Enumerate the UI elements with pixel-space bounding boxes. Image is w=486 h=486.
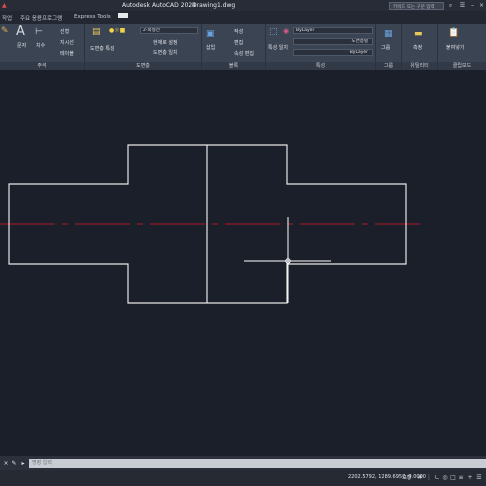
app-title: Autodesk AutoCAD 2024 <box>122 2 196 9</box>
annotation-group-label[interactable]: 주석 <box>0 62 84 70</box>
clipboard-group: 📋 붙여넣기 클립보드 <box>438 24 486 70</box>
search-icon[interactable]: ⌕ <box>446 1 455 10</box>
close-icon[interactable]: × <box>477 1 486 10</box>
title-bar: ▲ Autodesk AutoCAD 2024 Drawing1.dwg 키워드… <box>0 0 486 11</box>
insert-icon[interactable]: ▣ <box>206 30 215 39</box>
match-properties-label[interactable]: 특성 일치 <box>268 44 288 51</box>
dimension-tool-label[interactable]: 치수 <box>36 42 45 49</box>
polar-icon[interactable]: ◎ <box>441 473 449 482</box>
user-icon[interactable]: ☰ <box>458 1 467 10</box>
groups-group-label[interactable]: 그룹 <box>376 62 401 70</box>
layer-properties-label[interactable]: 도면층 특성 <box>90 45 115 52</box>
customize-icon[interactable]: ☰ <box>475 473 483 482</box>
properties-group: ⬚ 특성 일치 ◉ ByLayer 도면층별 ByLayer 특성 <box>266 24 376 70</box>
drawing-area[interactable] <box>0 70 486 456</box>
layer-group: ▤ 도면층 특성 ●☼■ 2-외형선 현재로 설정 도면층 일치 도면층 <box>85 24 202 70</box>
utilities-group-label[interactable]: 유틸리티 <box>402 62 437 70</box>
block-group: ▣ 삽입 작성 편집 속성 편집 블록 <box>202 24 266 70</box>
minimize-icon[interactable]: – <box>468 1 477 10</box>
tab-apps[interactable]: 주요 응용프로그램 <box>20 14 62 22</box>
groups-group: ▦ 그룹 그룹 <box>376 24 402 70</box>
osnap-icon[interactable]: □ <box>449 473 457 482</box>
drawing-canvas[interactable] <box>0 70 486 456</box>
layer-set-current[interactable]: 현재로 설정 <box>153 39 178 46</box>
color-wheel-icon[interactable]: ◉ <box>283 27 289 36</box>
tab-work[interactable]: 작업 <box>2 14 12 22</box>
group-icon[interactable]: ▦ <box>384 30 393 39</box>
close-command-icon[interactable]: × <box>2 459 10 468</box>
recent-commands-icon[interactable]: ▸ <box>19 459 27 468</box>
lightbulb-icon[interactable]: ●☼■ <box>109 26 125 35</box>
linear-dropdown[interactable]: 선형 <box>60 28 69 35</box>
grid-icon[interactable]: # <box>416 473 424 482</box>
app-icon[interactable]: ▲ <box>2 2 7 9</box>
coordinate-readout[interactable]: 2202.5792, 1289.6957, 0.0000 <box>348 474 426 480</box>
create-block[interactable]: 작성 <box>234 28 243 35</box>
pen-icon[interactable]: ✎ <box>1 27 9 36</box>
lineweight-icon[interactable]: ≡ <box>457 473 465 482</box>
command-input[interactable]: 명령 입력 <box>29 459 486 468</box>
clipboard-group-label[interactable]: 클립보드 <box>438 62 486 70</box>
measure-icon[interactable]: ▬ <box>414 30 423 39</box>
measure-tool-label[interactable]: 측정 <box>413 44 422 51</box>
text-icon[interactable]: A <box>16 25 25 38</box>
layer-group-label[interactable]: 도면층 <box>85 62 201 70</box>
snap-icon[interactable]: ⋮ <box>425 473 433 482</box>
file-name: Drawing1.dwg <box>192 2 236 9</box>
ortho-icon[interactable]: ∟ <box>433 473 441 482</box>
utilities-group: ▬ 측정 유틸리티 <box>402 24 438 70</box>
edit-attributes[interactable]: 속성 편집 <box>234 50 254 57</box>
model-space-toggle[interactable]: 모형 <box>402 474 411 481</box>
ribbon-panel: ✎ A 문자 ⊢ 치수 선형 지시선 테이블 주석 ▤ 도면층 특성 ●☼■ 2… <box>0 24 486 70</box>
annotation-group: ✎ A 문자 ⊢ 치수 선형 지시선 테이블 주석 <box>0 24 85 70</box>
layer-properties-icon[interactable]: ▤ <box>92 28 101 37</box>
group-tool-label[interactable]: 그룹 <box>381 44 390 51</box>
dimension-icon[interactable]: ⊢ <box>35 28 43 37</box>
ribbon-tab-bar: 작업 주요 응용프로그램 Express Tools <box>0 11 486 24</box>
linetype-dropdown[interactable]: 도면층별 <box>293 38 373 45</box>
wrench-icon[interactable]: ✎ <box>10 459 18 468</box>
lineweight-dropdown[interactable]: ByLayer <box>293 49 373 56</box>
search-input[interactable]: 키워드 또는 구문 입력 <box>389 2 444 10</box>
text-tool-label[interactable]: 문자 <box>17 42 26 49</box>
block-group-label[interactable]: 블록 <box>202 62 265 70</box>
insert-tool-label[interactable]: 삽입 <box>206 44 215 51</box>
match-properties-icon[interactable]: ⬚ <box>269 28 278 37</box>
tab-extra-icon[interactable] <box>118 13 128 18</box>
tab-express-tools[interactable]: Express Tools <box>74 14 111 20</box>
color-dropdown[interactable]: ByLayer <box>293 27 373 34</box>
layer-dropdown[interactable]: 2-외형선 <box>140 27 198 34</box>
paste-icon[interactable]: 📋 <box>448 29 459 38</box>
layer-match[interactable]: 도면층 일치 <box>153 49 178 56</box>
table-tool-label[interactable]: 테이블 <box>60 50 74 57</box>
plus-icon[interactable]: + <box>466 473 474 482</box>
edit-block[interactable]: 편집 <box>234 39 243 46</box>
properties-group-label[interactable]: 특성 <box>266 62 375 70</box>
command-line: × ✎ ▸ 명령 입력 <box>0 456 486 470</box>
leader-tool-label[interactable]: 지시선 <box>60 39 74 46</box>
status-bar: 2202.5792, 1289.6957, 0.0000 모형 # ⋮ ∟ ◎ … <box>0 470 486 486</box>
paste-tool-label[interactable]: 붙여넣기 <box>446 44 464 51</box>
